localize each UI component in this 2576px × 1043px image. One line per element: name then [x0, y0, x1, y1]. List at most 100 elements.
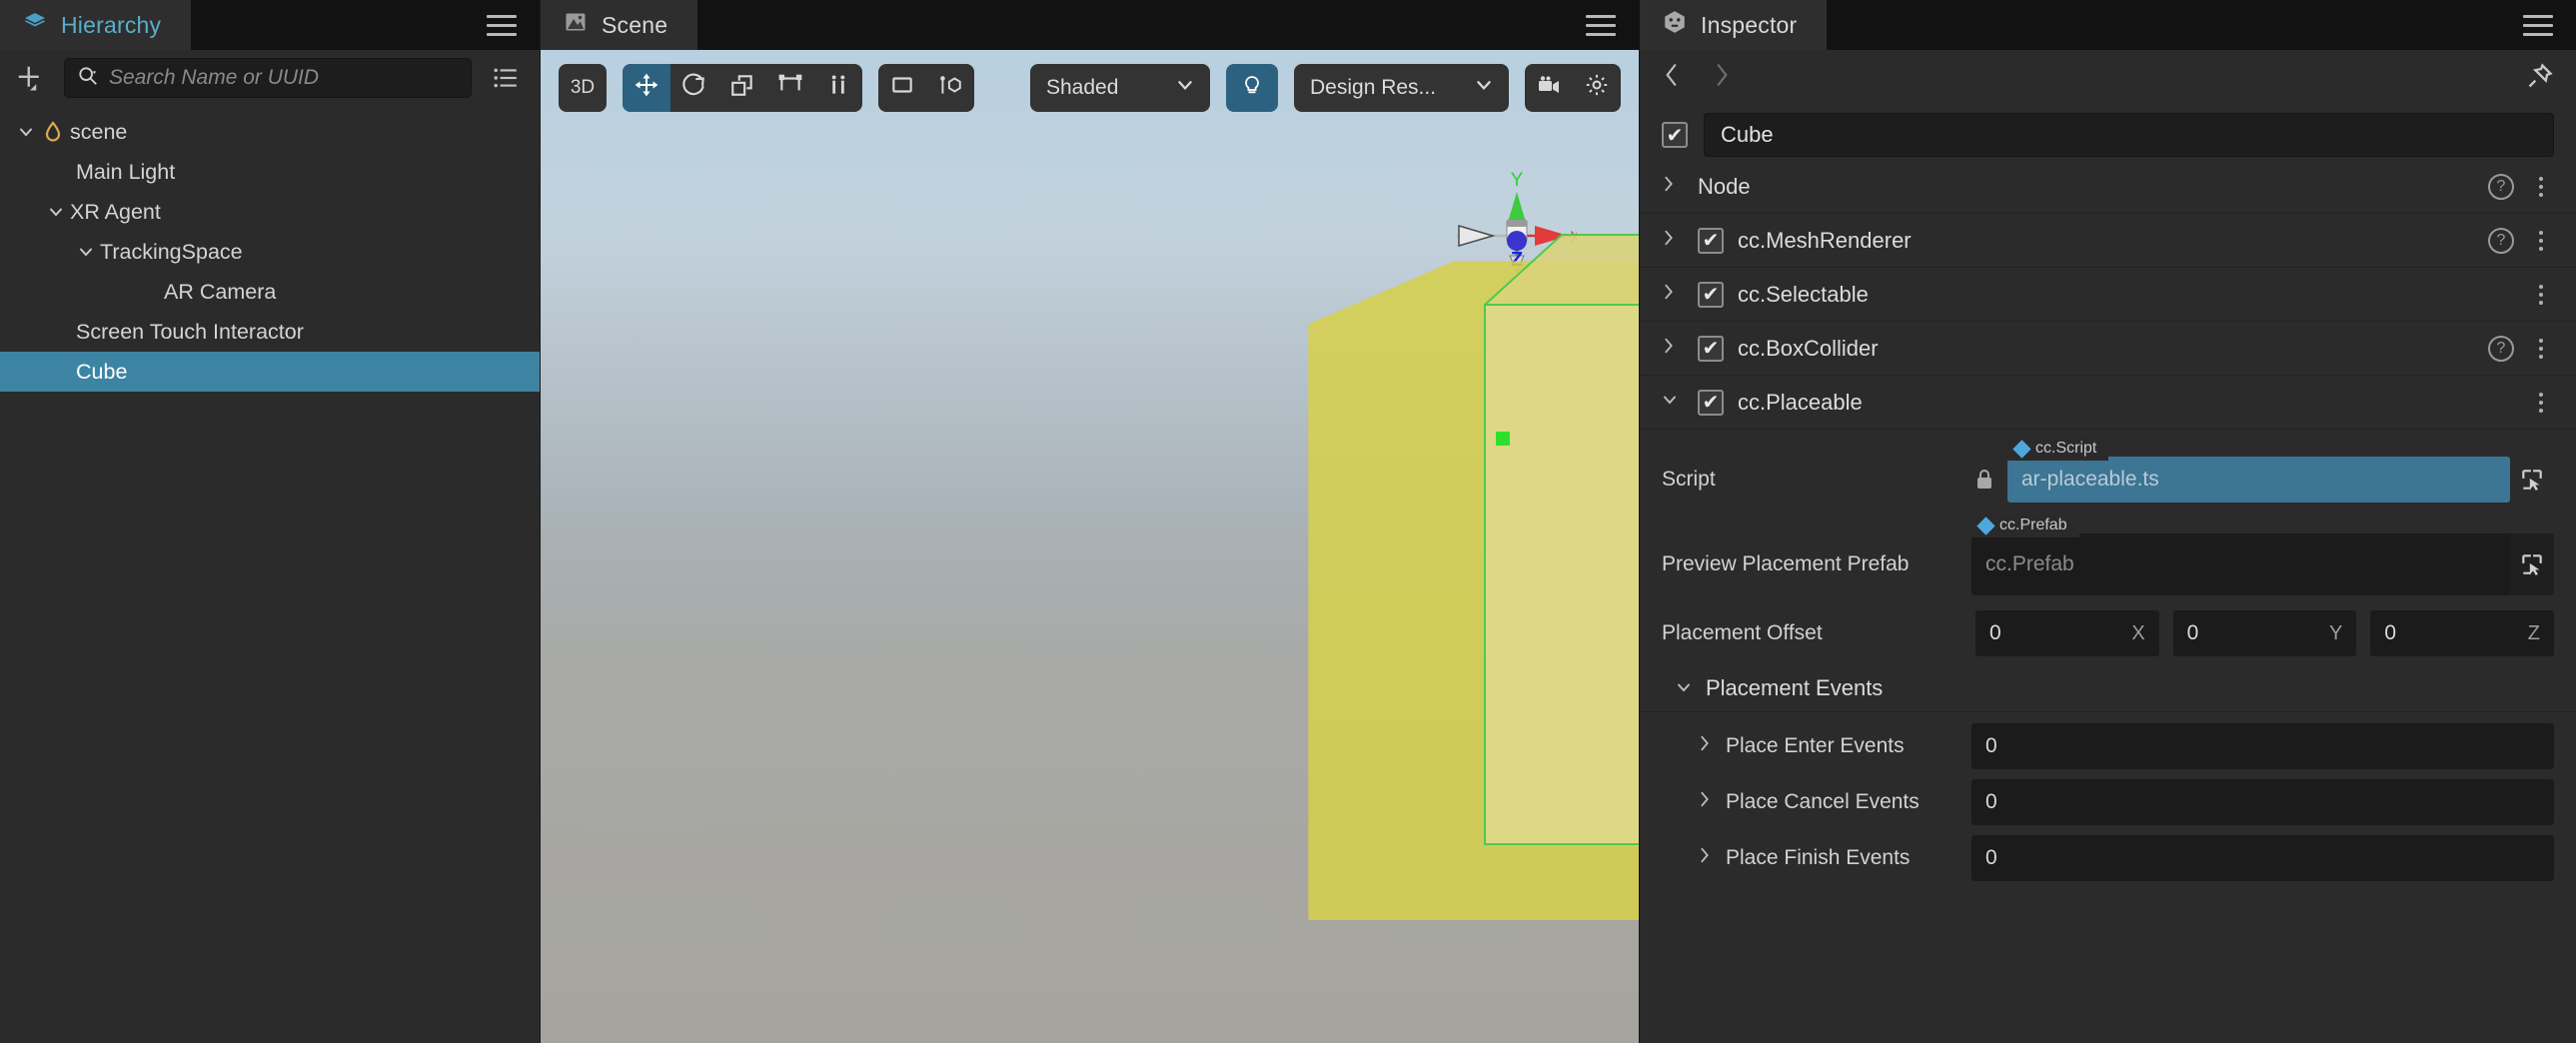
component-label: cc.BoxCollider: [1738, 335, 1879, 361]
pivot-center-toggle-button[interactable]: [926, 64, 974, 112]
tree-node-main-light[interactable]: Main Light: [0, 152, 540, 192]
kebab-menu-icon[interactable]: [2528, 392, 2554, 413]
filter-list-icon[interactable]: [486, 58, 526, 98]
add-node-icon[interactable]: [10, 58, 50, 98]
hierarchy-menu-icon[interactable]: [474, 0, 530, 50]
lighting-toggle-button[interactable]: [1226, 64, 1278, 112]
dimension-3d-button[interactable]: 3D: [559, 64, 607, 112]
placement-offset-z-value: 0: [2384, 621, 2397, 644]
chevron-right-icon[interactable]: [1698, 846, 1712, 870]
inspector-tabbar-spacer: [1827, 0, 2510, 50]
property-row-preview-prefab: Preview Placement Prefab cc.Prefab cc.Pr…: [1640, 514, 2576, 595]
tree-node-label: Screen Touch Interactor: [76, 319, 304, 344]
component-row-node[interactable]: Node ?: [1640, 160, 2576, 214]
move-tool-button[interactable]: [623, 64, 670, 112]
scene-viewport[interactable]: 3D Shaded Design Res... Y Z: [541, 50, 1639, 1043]
inspector-menu-icon[interactable]: [2510, 0, 2566, 50]
scene-settings-button[interactable]: [1573, 64, 1621, 112]
place-finish-events-label-group[interactable]: Place Finish Events: [1662, 846, 1961, 870]
place-enter-events-count[interactable]: 0: [1971, 723, 2554, 769]
chevron-right-icon[interactable]: [1712, 62, 1732, 95]
chevron-right-icon[interactable]: [1662, 337, 1684, 361]
component-enabled-checkbox[interactable]: ✔: [1698, 281, 1724, 308]
tree-node-ar-camera[interactable]: AR Camera: [0, 272, 540, 312]
hierarchy-panel: Hierarchy Search Name or UUID scene Main…: [0, 0, 541, 1043]
scene-menu-icon[interactable]: [1573, 0, 1629, 50]
tab-hierarchy[interactable]: Hierarchy: [0, 0, 192, 50]
chevron-right-icon[interactable]: [1698, 790, 1712, 814]
property-row-script: Script cc.Script ar-placeable.ts: [1640, 437, 2576, 508]
component-enabled-checkbox[interactable]: ✔: [1698, 389, 1724, 416]
help-icon[interactable]: ?: [2488, 227, 2514, 254]
chevron-right-icon[interactable]: [1662, 175, 1684, 199]
hierarchy-tree[interactable]: scene Main Light XR Agent TrackingSpace: [0, 106, 540, 1043]
tree-node-scene[interactable]: scene: [0, 112, 540, 152]
scene-cube-object[interactable]: [1280, 155, 1639, 974]
asset-picker-icon[interactable]: [2510, 457, 2554, 503]
node-name-input[interactable]: Cube: [1704, 113, 2554, 157]
search-input[interactable]: Search Name or UUID: [64, 58, 472, 98]
place-cancel-events-count[interactable]: 0: [1971, 779, 2554, 825]
kebab-menu-icon[interactable]: [2528, 176, 2554, 197]
placement-offset-x-field[interactable]: 0 X: [1975, 610, 2159, 656]
chevron-down-icon[interactable]: [72, 232, 100, 272]
preview-prefab-value[interactable]: cc.Prefab: [1971, 533, 2510, 595]
tree-node-tracking-space[interactable]: TrackingSpace: [0, 232, 540, 272]
place-finish-events-count[interactable]: 0: [1971, 835, 2554, 881]
shading-mode-dropdown[interactable]: Shaded: [1030, 64, 1210, 112]
property-row-place-cancel-events: Place Cancel Events 0: [1640, 774, 2576, 830]
component-enabled-checkbox[interactable]: ✔: [1698, 227, 1724, 254]
axis-z-label: Z: [2527, 621, 2541, 644]
pin-icon[interactable]: [2526, 62, 2554, 95]
chevron-down-icon[interactable]: [1662, 392, 1684, 414]
kebab-menu-icon[interactable]: [2528, 230, 2554, 251]
chevron-right-icon[interactable]: [1662, 229, 1684, 253]
chevron-right-icon[interactable]: [1698, 734, 1712, 758]
tab-inspector[interactable]: Inspector: [1640, 0, 1828, 50]
help-icon[interactable]: ?: [2488, 335, 2514, 362]
local-space-toggle-button[interactable]: [878, 64, 926, 112]
place-enter-events-label-group[interactable]: Place Enter Events: [1662, 734, 1961, 758]
chevron-down-icon[interactable]: [1676, 675, 1692, 701]
asset-picker-icon[interactable]: [2510, 551, 2554, 577]
pivot-tool-button[interactable]: [814, 64, 862, 112]
kebab-menu-icon[interactable]: [2528, 338, 2554, 359]
component-row-box-collider[interactable]: ✔ cc.BoxCollider ?: [1640, 322, 2576, 376]
chevron-down-icon: [1176, 76, 1194, 100]
scene-options-group: [1525, 64, 1621, 112]
resolution-mode-dropdown[interactable]: Design Res...: [1294, 64, 1509, 112]
tree-node-screen-touch-interactor[interactable]: Screen Touch Interactor: [0, 312, 540, 352]
component-row-placeable[interactable]: ✔ cc.Placeable: [1640, 376, 2576, 430]
placement-offset-y-field[interactable]: 0 Y: [2172, 610, 2357, 656]
help-icon[interactable]: ?: [2488, 173, 2514, 200]
place-cancel-events-label-group[interactable]: Place Cancel Events: [1662, 790, 1961, 814]
prefab-type-tag: cc.Prefab: [1971, 514, 2079, 537]
component-label: cc.Placeable: [1738, 389, 1863, 415]
placement-offset-z-field[interactable]: 0 Z: [2370, 610, 2555, 656]
scale-tool-button[interactable]: [718, 64, 766, 112]
component-label: Node: [1698, 173, 1751, 199]
component-row-mesh-renderer[interactable]: ✔ cc.MeshRenderer ?: [1640, 214, 2576, 268]
tree-node-cube[interactable]: Cube: [0, 352, 540, 392]
tree-node-xr-agent[interactable]: XR Agent: [0, 192, 540, 232]
component-enabled-checkbox[interactable]: ✔: [1698, 335, 1724, 362]
rect-transform-tool-button[interactable]: [766, 64, 814, 112]
chevron-left-icon[interactable]: [1662, 62, 1682, 95]
chevron-down-icon[interactable]: [42, 192, 70, 232]
kebab-menu-icon[interactable]: [2528, 284, 2554, 305]
rotate-tool-button[interactable]: [670, 64, 718, 112]
preview-prefab-asset-field[interactable]: cc.Prefab cc.Prefab: [1971, 514, 2554, 595]
component-row-selectable[interactable]: ✔ cc.Selectable: [1640, 268, 2576, 322]
tree-node-label: scene: [70, 119, 128, 144]
chevron-down-icon: [1475, 76, 1493, 100]
tab-scene[interactable]: Scene: [541, 0, 698, 50]
placement-events-section-header[interactable]: Placement Events: [1640, 661, 2576, 712]
prefab-drop-area[interactable]: cc.Prefab: [1971, 533, 2554, 595]
camera-preview-button[interactable]: [1525, 64, 1573, 112]
script-asset-field[interactable]: cc.Script ar-placeable.ts: [2007, 437, 2554, 503]
component-label: cc.MeshRenderer: [1738, 227, 1912, 253]
chevron-down-icon[interactable]: [12, 112, 40, 152]
script-value[interactable]: ar-placeable.ts: [2007, 457, 2510, 503]
chevron-right-icon[interactable]: [1662, 283, 1684, 307]
node-enabled-checkbox[interactable]: ✔: [1662, 122, 1688, 148]
